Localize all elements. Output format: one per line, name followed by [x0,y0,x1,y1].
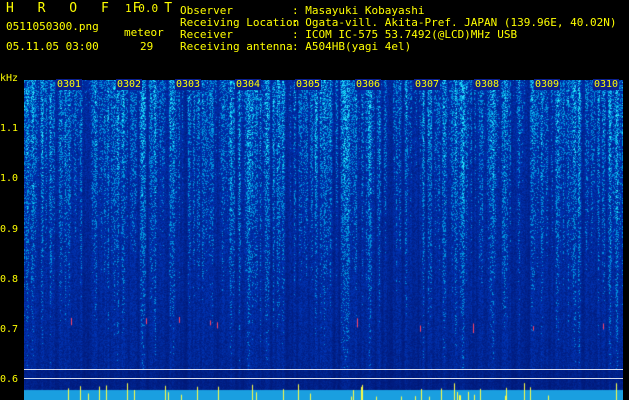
freq-tick-0.7: 0.7 [0,324,19,335]
column-label: 0307 [414,79,441,90]
column-label: 0306 [355,79,382,90]
column-label: 0309 [534,79,561,90]
meteor-counter-value: 29 [140,40,154,53]
app-version: 1.0.0 [125,2,159,15]
file-name: 0511050300.png [6,20,99,33]
meteor-counter-label: meteor [124,26,164,39]
column-label: 0310 [593,79,620,90]
freq-tick-0.9: 0.9 [0,224,19,235]
column-label: 0301 [56,79,83,90]
column-label: 0304 [235,79,262,90]
column-label: 0308 [474,79,501,90]
freq-tick-0.8: 0.8 [0,274,19,285]
band-marker-line [24,369,623,370]
column-label: 0305 [295,79,322,90]
frequency-axis [0,70,24,400]
antenna-label: Receiving antenna [180,40,293,53]
freq-tick-0.6: 0.6 [0,374,19,385]
freq-tick-1.1: 1.1 [0,123,19,134]
axis-unit-label: kHz [0,73,19,84]
freq-tick-1.0: 1.0 [0,173,19,184]
column-label: 0302 [116,79,143,90]
spectrogram [24,80,623,400]
header-panel: H R O F F T 1.0.0 0511050300.png 05.11.0… [0,0,629,70]
antenna-value: : A504HB(yagi 4el) [292,40,412,53]
file-datetime: 05.11.05 03:00 [6,40,99,53]
band-marker-line [24,378,623,379]
column-label: 0303 [175,79,202,90]
